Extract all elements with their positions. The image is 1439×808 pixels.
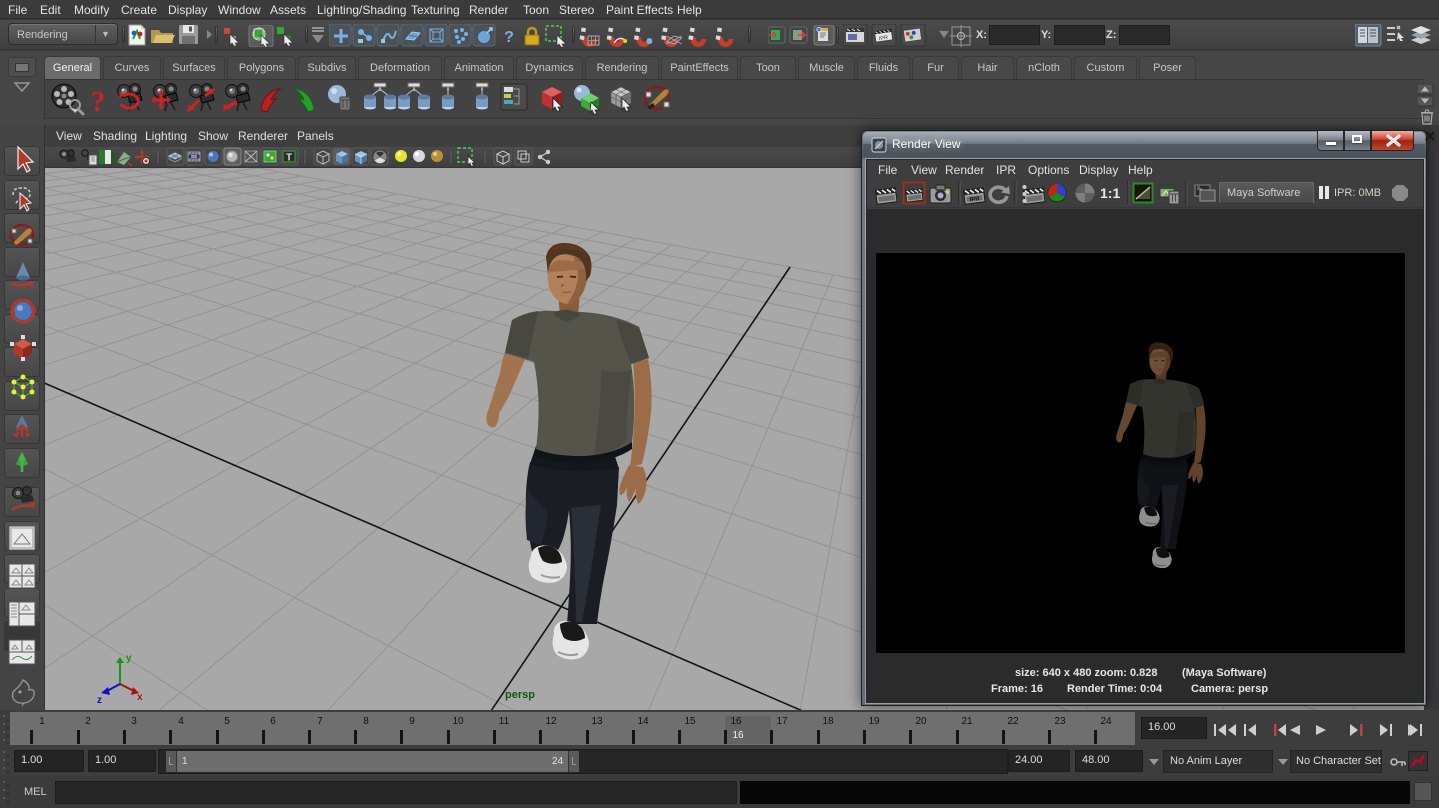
svg-text:T: T [286, 153, 292, 164]
svg-text:IPR: IPR [879, 35, 889, 42]
svg-text:1:1: 1:1 [1100, 185, 1120, 201]
svg-text:persp: persp [505, 689, 535, 701]
svg-text:?: ? [91, 87, 105, 118]
svg-text:z: z [97, 695, 102, 706]
svg-text:y: y [126, 653, 132, 664]
svg-text:?: ? [504, 29, 514, 46]
svg-text:x: x [137, 692, 143, 703]
